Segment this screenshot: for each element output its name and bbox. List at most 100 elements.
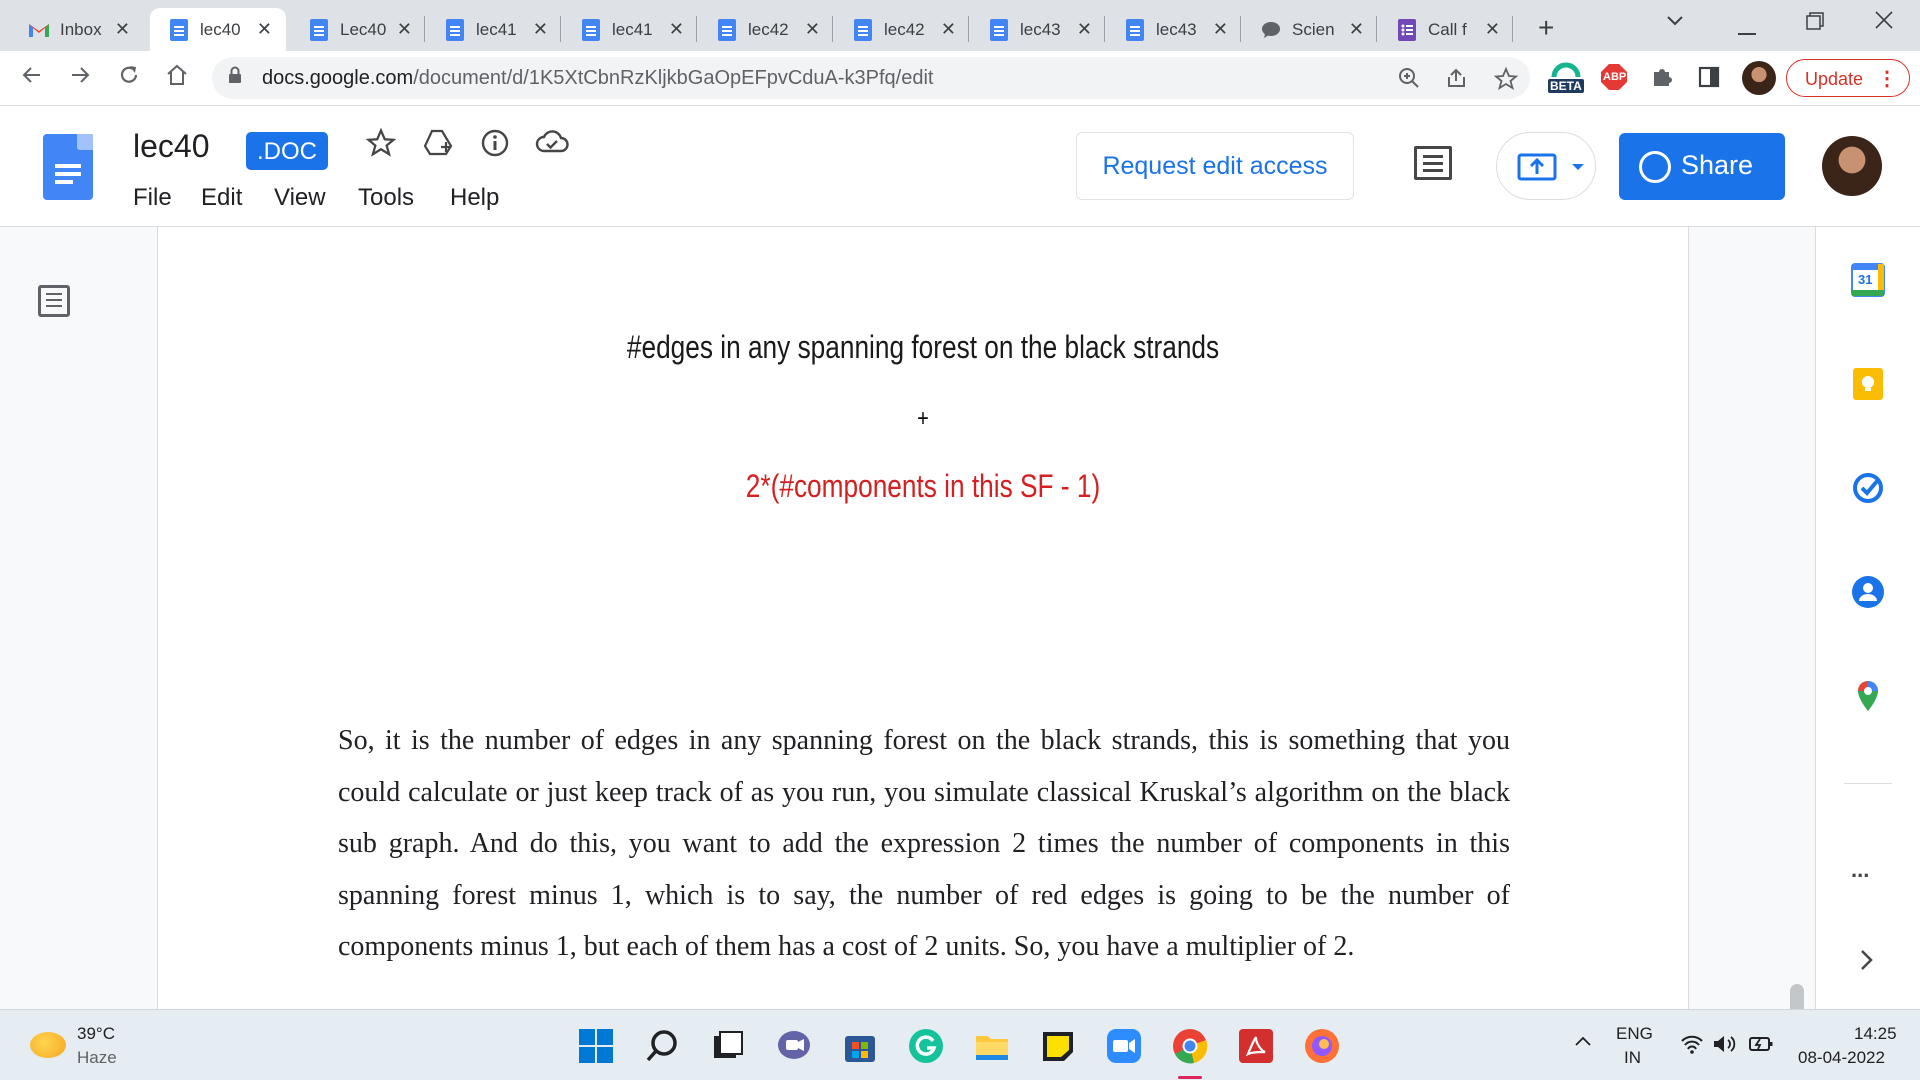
minimize-button[interactable] — [1738, 20, 1756, 43]
language-code[interactable]: ENG — [1616, 1024, 1653, 1044]
close-tab-icon[interactable]: ✕ — [941, 19, 956, 40]
lock-icon[interactable] — [228, 66, 242, 84]
zoom-icon[interactable] — [1398, 67, 1420, 95]
tab-lec40-active[interactable]: lec40 ✕ — [150, 8, 286, 51]
tab-separator — [1104, 16, 1105, 42]
globe-icon — [1639, 151, 1671, 183]
info-icon[interactable] — [480, 128, 510, 165]
menu-file[interactable]: File — [133, 184, 172, 212]
calendar-icon[interactable]: 31 — [1851, 263, 1885, 297]
close-tab-icon[interactable]: ✕ — [1077, 19, 1092, 40]
contacts-icon[interactable] — [1851, 575, 1885, 609]
weather-temperature[interactable]: 39°C — [77, 1024, 115, 1044]
tab-separator — [424, 16, 425, 42]
address-bar[interactable]: docs.google.com/document/d/1K5XtCbnRzKlj… — [212, 57, 1530, 99]
windows-start-icon[interactable] — [578, 1028, 614, 1064]
close-tab-icon[interactable]: ✕ — [1349, 19, 1364, 40]
bookmark-star-icon[interactable] — [1493, 66, 1519, 97]
document-outline-icon[interactable] — [38, 285, 70, 317]
account-avatar[interactable] — [1822, 136, 1882, 196]
tab-doc[interactable]: lec43 ✕ — [970, 8, 1106, 51]
share-page-icon[interactable] — [1446, 67, 1468, 95]
forward-button[interactable] — [68, 63, 92, 94]
share-button[interactable]: Share — [1619, 133, 1785, 200]
document-title[interactable]: lec40 — [133, 128, 210, 165]
tasks-icon[interactable] — [1851, 471, 1885, 505]
close-tab-icon[interactable]: ✕ — [533, 19, 548, 40]
maps-icon[interactable] — [1851, 679, 1885, 713]
docs-logo-icon[interactable] — [43, 134, 93, 200]
tab-chat[interactable]: Scien ✕ — [1242, 8, 1378, 51]
tab-separator — [696, 16, 697, 42]
reload-button[interactable] — [117, 63, 141, 94]
clock-time[interactable]: 14:25 — [1854, 1024, 1897, 1044]
weather-sun-icon[interactable] — [30, 1032, 66, 1058]
teams-chat-icon[interactable] — [776, 1028, 812, 1064]
request-edit-access-button[interactable]: Request edit access — [1076, 132, 1354, 200]
grammarly-beta-extension-icon[interactable]: BETA — [1546, 57, 1586, 102]
search-icon[interactable] — [644, 1028, 680, 1064]
tab-doc[interactable]: lec43 ✕ — [1106, 8, 1242, 51]
home-button[interactable] — [165, 63, 189, 94]
menu-tools[interactable]: Tools — [358, 184, 414, 212]
present-icon — [1517, 153, 1557, 181]
keep-icon[interactable] — [1851, 367, 1885, 401]
tab-gmail[interactable]: Inbox ✕ — [10, 8, 144, 51]
profile-avatar[interactable] — [1742, 61, 1776, 95]
cloud-saved-icon[interactable] — [535, 128, 569, 163]
wifi-icon[interactable] — [1680, 1034, 1704, 1059]
extensions-puzzle-icon[interactable] — [1650, 65, 1674, 94]
side-panel-icon[interactable] — [1698, 66, 1720, 93]
tab-strip: Inbox ✕ lec40 ✕ Lec40 ✕ lec41 ✕ lec41 ✕ … — [0, 0, 1920, 51]
star-icon[interactable] — [365, 127, 397, 165]
new-tab-button[interactable]: + — [1538, 12, 1554, 44]
url-domain: docs.google.com — [262, 67, 414, 89]
present-button[interactable] — [1496, 132, 1596, 200]
comment-history-icon[interactable] — [1414, 146, 1452, 180]
more-menu-icon[interactable]: ⋮ — [1877, 66, 1897, 91]
move-to-drive-icon[interactable] — [422, 128, 454, 165]
tab-forms[interactable]: Call f ✕ — [1378, 8, 1514, 51]
tab-doc[interactable]: lec42 ✕ — [834, 8, 970, 51]
expand-panel-chevron-icon[interactable] — [1851, 945, 1885, 979]
zoom-app-icon[interactable] — [1106, 1028, 1142, 1064]
grammarly-icon[interactable] — [908, 1028, 944, 1064]
menu-edit[interactable]: Edit — [201, 184, 242, 212]
tab-doc[interactable]: Lec40 ✕ — [290, 8, 426, 51]
tab-search-chevron-icon[interactable] — [1666, 10, 1684, 33]
close-tab-icon[interactable]: ✕ — [669, 19, 684, 40]
microsoft-store-icon[interactable] — [842, 1028, 878, 1064]
language-region[interactable]: IN — [1624, 1048, 1641, 1068]
docs-icon — [308, 18, 330, 41]
restore-button[interactable] — [1806, 12, 1824, 36]
close-tab-icon[interactable]: ✕ — [115, 19, 130, 40]
menu-view[interactable]: View — [274, 184, 326, 212]
close-tab-icon[interactable]: ✕ — [1485, 19, 1500, 40]
document-page[interactable]: #edges in any spanning forest on the bla… — [158, 227, 1688, 1027]
adblock-plus-icon[interactable]: ABP — [1600, 63, 1628, 96]
close-tab-icon[interactable]: ✕ — [397, 19, 412, 40]
close-tab-icon[interactable]: ✕ — [257, 19, 272, 40]
tab-separator — [832, 16, 833, 42]
volume-icon[interactable] — [1712, 1034, 1738, 1059]
battery-charging-icon[interactable] — [1748, 1034, 1774, 1059]
close-window-button[interactable] — [1874, 10, 1894, 36]
tab-doc[interactable]: lec41 ✕ — [562, 8, 698, 51]
menu-help[interactable]: Help — [450, 184, 499, 212]
task-view-icon[interactable] — [710, 1028, 746, 1064]
weather-description[interactable]: Haze — [77, 1048, 117, 1068]
sticky-notes-icon[interactable] — [1040, 1028, 1076, 1064]
acrobat-reader-icon[interactable] — [1238, 1028, 1274, 1064]
clock-date[interactable]: 08-04-2022 — [1798, 1048, 1885, 1068]
tab-doc[interactable]: lec41 ✕ — [426, 8, 562, 51]
update-button[interactable]: Update ⋮ — [1786, 59, 1910, 97]
back-button[interactable] — [20, 63, 44, 94]
more-addons-icon[interactable]: ... — [1851, 857, 1885, 891]
close-tab-icon[interactable]: ✕ — [805, 19, 820, 40]
show-hidden-icons-chevron-icon[interactable] — [1574, 1032, 1592, 1052]
firefox-icon[interactable] — [1304, 1028, 1340, 1064]
file-explorer-icon[interactable] — [974, 1028, 1010, 1064]
chrome-icon[interactable] — [1172, 1028, 1208, 1064]
close-tab-icon[interactable]: ✕ — [1213, 19, 1228, 40]
tab-doc[interactable]: lec42 ✕ — [698, 8, 834, 51]
